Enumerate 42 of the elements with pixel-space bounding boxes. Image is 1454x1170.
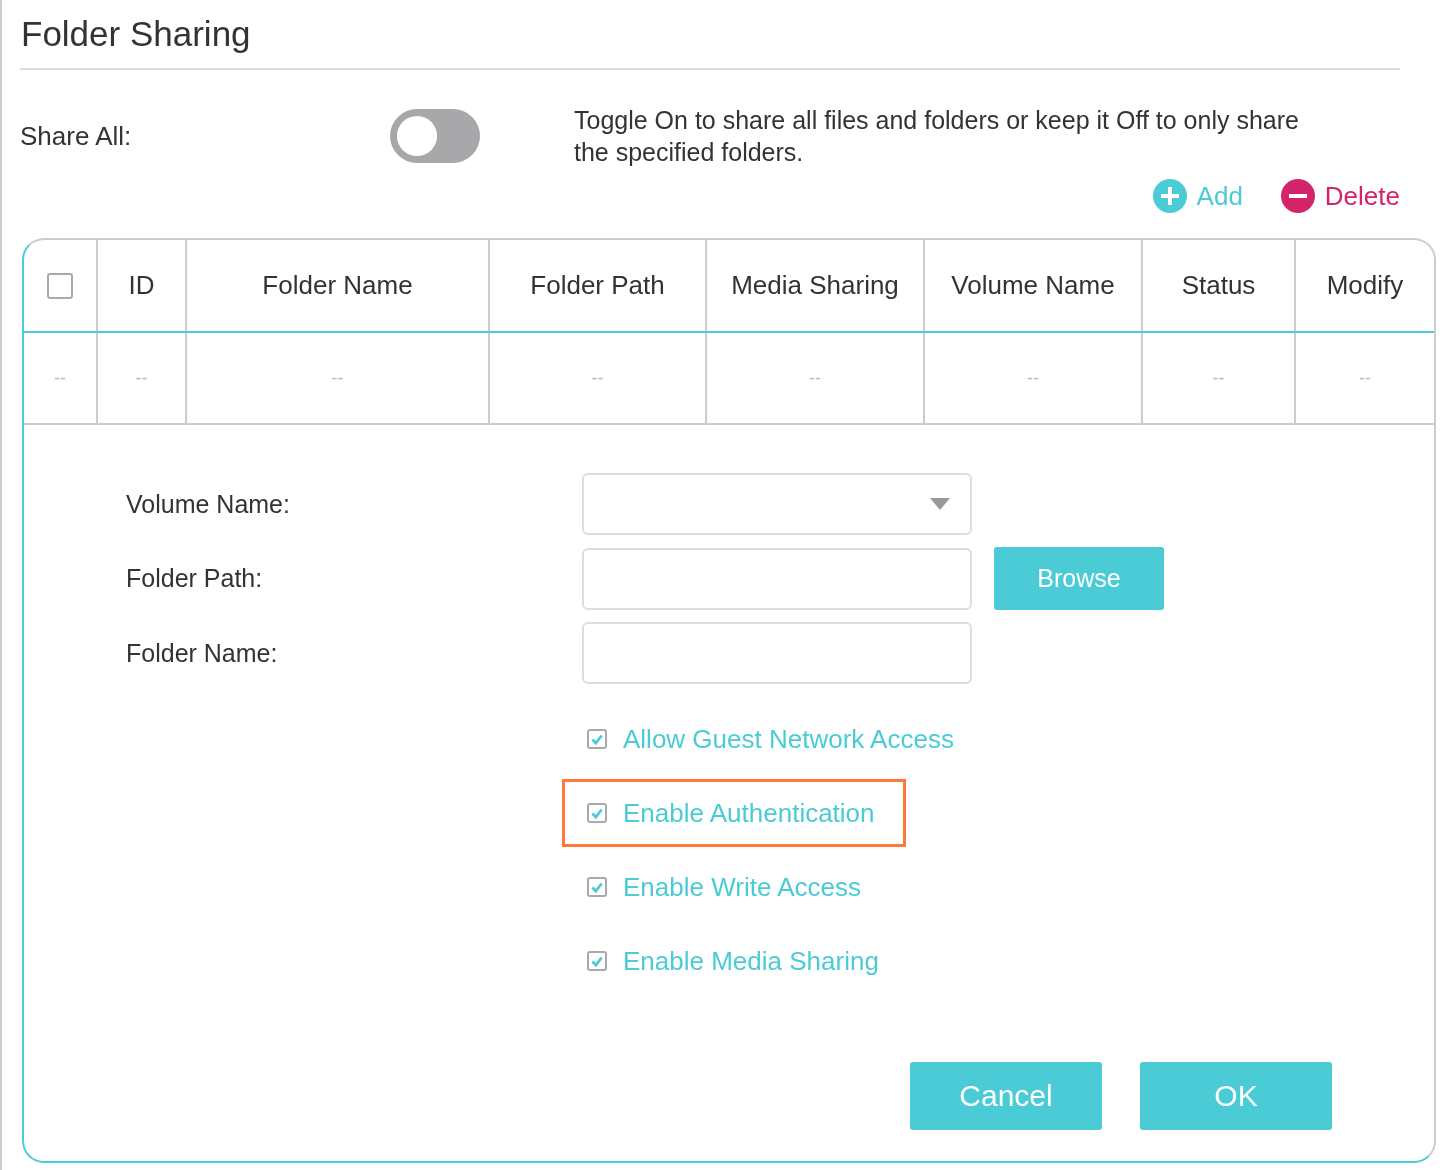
option-label[interactable]: Enable Write Access <box>623 871 861 903</box>
checkbox[interactable] <box>587 803 607 823</box>
column-header: Folder Path <box>530 270 665 301</box>
checkbox[interactable] <box>587 951 607 971</box>
volume-dropdown[interactable] <box>582 473 972 535</box>
field-label: Folder Name: <box>126 638 279 668</box>
checkbox[interactable] <box>587 729 607 749</box>
select-all-checkbox[interactable] <box>47 272 73 299</box>
checkbox[interactable] <box>587 877 607 897</box>
table-cell: -- <box>135 367 148 389</box>
table-cell: -- <box>1212 367 1225 389</box>
minus-circle-icon <box>1280 179 1315 213</box>
column-header: Modify <box>1326 270 1404 301</box>
delete-button[interactable]: Delete <box>1280 176 1400 216</box>
option-label[interactable]: Enable Media Sharing <box>623 945 879 977</box>
ok-button[interactable]: OK <box>1140 1062 1332 1130</box>
page-title: Folder Sharing <box>20 12 1400 70</box>
share-all-toggle[interactable] <box>390 109 480 163</box>
field-label: Folder Path: <box>126 564 264 593</box>
input-field[interactable] <box>582 622 972 684</box>
column-header: Media Sharing <box>731 270 899 301</box>
table-cell: -- <box>1027 367 1039 389</box>
browse-button[interactable]: Browse <box>994 547 1164 610</box>
share-all-label: Share All: <box>20 120 133 152</box>
table-cell: -- <box>591 367 604 389</box>
column-header: Volume Name <box>951 270 1115 301</box>
column-header: Status <box>1181 270 1256 301</box>
table-cell: -- <box>54 367 66 389</box>
column-header: ID <box>128 270 155 301</box>
column-header: Folder Name <box>262 270 413 301</box>
option-label[interactable]: Enable Authentication <box>623 797 875 829</box>
cancel-button[interactable]: Cancel <box>910 1062 1102 1130</box>
table-cell: -- <box>809 367 821 389</box>
field-label: Volume Name: <box>126 489 291 519</box>
option-label[interactable]: Allow Guest Network Access <box>623 723 954 755</box>
input-field[interactable] <box>582 547 972 610</box>
table-cell: -- <box>331 367 344 389</box>
table-cell: -- <box>1359 367 1371 389</box>
plus-circle-icon <box>1152 179 1187 213</box>
dropdown-caret-icon <box>930 498 950 510</box>
add-button[interactable]: Add <box>1152 176 1243 216</box>
share-all-description: Toggle On to share all files and folders or keep it Off to only share the specified folders. <box>574 105 1300 168</box>
